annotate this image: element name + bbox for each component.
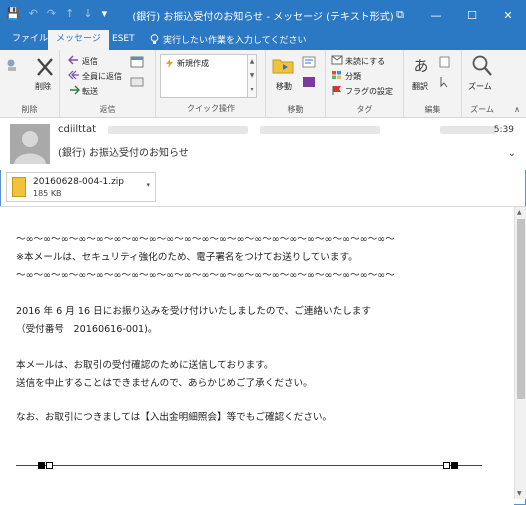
quick-step-new[interactable]: 新規作成 bbox=[177, 58, 209, 69]
redacted-date bbox=[440, 126, 496, 134]
body-line-cannot-cancel: 送信を中止することはできませんので、あらかじめご了承ください。 bbox=[16, 378, 313, 389]
reply-icon bbox=[68, 55, 78, 65]
select-icon[interactable] bbox=[438, 76, 452, 88]
attachment-dropdown-icon[interactable]: ▾ bbox=[146, 181, 150, 189]
categorize-icon bbox=[332, 71, 341, 79]
reply-all-button[interactable]: 全員に返信 bbox=[82, 71, 122, 82]
tell-me-box[interactable]: 実行したい作業を入力してください bbox=[150, 33, 306, 46]
body-line-check-statement: なお、お取引につきましては【入出金明細照会】等でもご確認ください。 bbox=[16, 412, 333, 423]
ribbon-display-options-icon[interactable]: ⧉ bbox=[382, 0, 418, 30]
tags-group-label: タグ bbox=[356, 105, 373, 114]
forward-icon bbox=[70, 85, 80, 95]
quick-steps-scroll[interactable]: ▲ ▼ ▾ bbox=[247, 54, 257, 98]
unread-envelope-icon bbox=[331, 55, 343, 65]
message-body: 〜∞〜∞〜∞〜∞〜∞〜∞〜∞〜∞〜∞〜∞〜∞〜∞〜∞〜∞〜∞〜∞〜∞〜∞〜∞〜∞… bbox=[0, 207, 514, 505]
rules-icon[interactable] bbox=[302, 56, 316, 68]
more-respond-icon[interactable] bbox=[130, 76, 144, 88]
divider-square-filled-right bbox=[451, 462, 458, 469]
maximize-button[interactable]: ☐ bbox=[454, 0, 490, 30]
sender-name[interactable]: cdiilttat bbox=[58, 124, 96, 135]
delete-group-label: 削除 bbox=[21, 105, 38, 114]
body-line-decor-bottom: 〜∞〜∞〜∞〜∞〜∞〜∞〜∞〜∞〜∞〜∞〜∞〜∞〜∞〜∞〜∞〜∞〜∞〜∞〜∞〜∞… bbox=[16, 270, 395, 281]
delete-icon[interactable] bbox=[35, 56, 55, 78]
follow-up-button[interactable]: フラグの設定 bbox=[345, 86, 393, 97]
person-silhouette-icon bbox=[14, 131, 46, 164]
received-time: 5:39 bbox=[493, 125, 514, 135]
body-line-signature-notice: ※本メールは、セキュリティ強化のため、電子署名をつけてお送りしています。 bbox=[16, 252, 358, 263]
scrollbar-thumb[interactable] bbox=[517, 219, 525, 399]
quick-steps-group-label: クイック操作 bbox=[187, 104, 235, 113]
quick-steps-gallery[interactable]: 新規作成 bbox=[160, 54, 248, 98]
delete-group: 削除 削除 bbox=[0, 50, 60, 118]
zoom-button[interactable]: ズーム bbox=[468, 81, 492, 92]
ribbon: 削除 削除 返信 全員に返信 転送 返信 新規作成 ▲ ▼ ▾ クイック操作 移… bbox=[0, 50, 526, 118]
delete-button-label[interactable]: 削除 bbox=[35, 81, 51, 92]
zoom-magnifier-icon[interactable] bbox=[471, 54, 493, 78]
translate-button[interactable]: 翻訳 bbox=[412, 81, 428, 92]
respond-group: 返信 全員に返信 転送 返信 bbox=[60, 50, 156, 118]
body-line-transfer-notice: 2016 年 6 月 16 日にお振り込みを受け付けいたしましたので、ご連絡いた… bbox=[16, 306, 371, 317]
message-header: cdiilttat 5:39 (銀行) お振込受付のお知らせ ⌄ bbox=[0, 118, 526, 170]
tags-group: 未読にする 分類 フラグの設定 タグ bbox=[326, 50, 404, 118]
reply-all-icon bbox=[68, 70, 79, 80]
move-folder-icon[interactable] bbox=[272, 55, 294, 75]
editing-group-label: 編集 bbox=[424, 105, 441, 114]
minimize-button[interactable]: — bbox=[418, 0, 454, 30]
onenote-icon[interactable] bbox=[302, 76, 316, 88]
footer-divider-line bbox=[16, 465, 482, 466]
message-subject: (銀行) お振込受付のお知らせ bbox=[58, 148, 189, 159]
zoom-group: ズーム ズーム bbox=[462, 50, 502, 118]
respond-group-label: 返信 bbox=[99, 105, 116, 114]
translate-icon[interactable]: あ bbox=[410, 53, 432, 77]
attachment-size: 185 KB bbox=[33, 189, 62, 198]
scroll-down-icon[interactable]: ▼ bbox=[517, 490, 522, 497]
avatar bbox=[10, 124, 50, 164]
attachment-item[interactable]: 20160628-004-1.zip 185 KB ▾ bbox=[6, 172, 156, 202]
ribbon-tab-bar: ファイル メッセージ ESET 実行したい作業を入力してください bbox=[0, 30, 526, 50]
redacted-sender-address bbox=[108, 126, 248, 134]
reply-button[interactable]: 返信 bbox=[82, 56, 98, 67]
vertical-scrollbar[interactable]: ▲ ▼ bbox=[514, 207, 526, 499]
window-controls: ⧉ — ☐ ✕ bbox=[382, 0, 526, 30]
mark-unread-button[interactable]: 未読にする bbox=[345, 56, 385, 67]
zoom-group-label: ズーム bbox=[470, 105, 494, 114]
flag-icon bbox=[332, 86, 341, 95]
scroll-up-icon[interactable]: ▲ bbox=[517, 209, 522, 216]
attachment-name: 20160628-004-1.zip bbox=[33, 177, 125, 187]
lightbulb-icon bbox=[150, 34, 159, 44]
body-line-reference-number: （受付番号 20160616-001)。 bbox=[16, 324, 158, 335]
categorize-button[interactable]: 分類 bbox=[345, 71, 361, 82]
ignore-icon[interactable] bbox=[6, 58, 22, 72]
tab-eset[interactable]: ESET bbox=[104, 30, 143, 50]
forward-button[interactable]: 転送 bbox=[82, 86, 98, 97]
title-bar: 💾 ↶ ↷ ↑ ↓ ▾ (銀行) お振込受付のお知らせ - メッセージ (テキス… bbox=[0, 0, 526, 30]
zip-file-icon bbox=[12, 177, 26, 197]
divider-square-outline-left bbox=[46, 462, 53, 469]
meeting-reply-icon[interactable] bbox=[130, 56, 144, 68]
find-icon[interactable] bbox=[438, 56, 452, 68]
tell-me-placeholder: 実行したい作業を入力してください bbox=[163, 36, 307, 46]
collapse-ribbon-icon[interactable]: ∧ bbox=[514, 105, 520, 114]
move-button[interactable]: 移動 bbox=[276, 81, 292, 92]
move-group-label: 移動 bbox=[287, 105, 304, 114]
divider-square-outline-right bbox=[443, 462, 450, 469]
expand-header-icon[interactable]: ⌄ bbox=[508, 148, 516, 159]
redacted-recipient bbox=[260, 126, 380, 134]
body-line-purpose: 本メールは、お取引の受付確認のために送信しております。 bbox=[16, 360, 274, 371]
lightning-icon bbox=[166, 59, 173, 68]
tab-message[interactable]: メッセージ bbox=[48, 30, 109, 50]
move-group: 移動 移動 bbox=[266, 50, 326, 118]
divider-square-filled-left bbox=[38, 462, 45, 469]
close-button[interactable]: ✕ bbox=[490, 0, 526, 30]
editing-group: あ 翻訳 編集 bbox=[404, 50, 462, 118]
body-line-decor-top: 〜∞〜∞〜∞〜∞〜∞〜∞〜∞〜∞〜∞〜∞〜∞〜∞〜∞〜∞〜∞〜∞〜∞〜∞〜∞〜∞… bbox=[16, 234, 395, 245]
